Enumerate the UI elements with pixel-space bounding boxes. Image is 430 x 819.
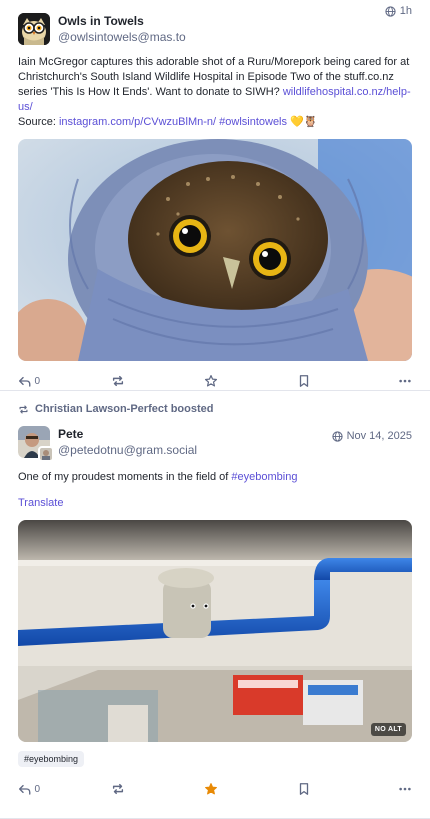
post-pete-boosted[interactable]: Christian Lawson-Perfect boosted Pete @p… (0, 391, 430, 819)
favourite-button[interactable] (204, 374, 226, 388)
boosted-by-text: Christian Lawson-Perfect boosted (35, 403, 214, 415)
reply-button[interactable]: 0 (18, 374, 40, 388)
post-meta: Nov 14, 2025 (331, 430, 412, 442)
author-display-name[interactable]: Pete (58, 426, 197, 442)
no-alt-badge[interactable]: NO ALT (370, 723, 406, 736)
owl-photo (18, 139, 412, 361)
reply-icon (19, 784, 31, 795)
post-media-image[interactable]: NO ALT (18, 520, 412, 742)
source-link[interactable]: instagram.com/p/CVwzuBlMn-n/ (59, 116, 216, 128)
boost-icon (19, 405, 28, 413)
author-display-name[interactable]: Owls in Towels (58, 13, 186, 29)
post-media-image[interactable] (18, 139, 412, 361)
star-icon (204, 374, 218, 387)
boost-icon (112, 375, 124, 387)
reply-count: 0 (34, 783, 40, 795)
author-handle[interactable]: @owlsintowels@mas.to (58, 29, 186, 45)
boost-button[interactable] (111, 782, 133, 796)
author-names: Pete @petedotnu@gram.social (58, 426, 197, 458)
more-icon (399, 787, 411, 791)
more-icon (399, 379, 411, 383)
post-header: Owls in Towels @owlsintowels@mas.to 1h (18, 0, 412, 45)
post-meta: 1h (385, 5, 412, 17)
boost-icon (112, 783, 124, 795)
hashtag-link[interactable]: #owlsintowels (219, 116, 287, 128)
translate-link[interactable]: Translate (18, 497, 412, 509)
source-label: Source: (18, 116, 59, 128)
bookmark-button[interactable] (297, 374, 319, 388)
post-timestamp[interactable]: Nov 14, 2025 (347, 430, 412, 442)
reply-count: 0 (34, 375, 40, 387)
reply-button[interactable]: 0 (18, 782, 40, 796)
post-content: One of my proudest moments in the field … (18, 470, 412, 485)
post-header: Pete @petedotnu@gram.social Nov 14, 2025 (18, 426, 412, 462)
emoji-text: 💛🦉 (290, 116, 318, 128)
bookmark-icon (299, 783, 309, 795)
tag-chip-row: #eyebombing (18, 751, 412, 767)
bookmark-icon (299, 375, 309, 387)
boost-attribution[interactable]: Christian Lawson-Perfect boosted (18, 391, 412, 415)
more-button[interactable] (390, 782, 412, 796)
more-button[interactable] (390, 374, 412, 388)
author-names: Owls in Towels @owlsintowels@mas.to (58, 13, 186, 45)
favourite-button[interactable] (204, 782, 226, 796)
hashtag-link[interactable]: #eyebombing (231, 471, 297, 483)
post-owls-in-towels[interactable]: Owls in Towels @owlsintowels@mas.to 1h I… (0, 0, 430, 391)
boost-button[interactable] (111, 374, 133, 388)
star-icon-filled (205, 783, 217, 795)
globe-icon (385, 5, 396, 17)
bookmark-button[interactable] (297, 782, 319, 796)
booster-avatar (38, 446, 54, 462)
post-actions: 0 (18, 779, 412, 799)
bus-handrail-photo (18, 520, 412, 742)
post-text: One of my proudest moments in the field … (18, 471, 232, 483)
globe-icon (331, 430, 343, 442)
author-handle[interactable]: @petedotnu@gram.social (58, 442, 197, 458)
reply-icon (19, 376, 31, 387)
post-content: Iain McGregor captures this adorable sho… (18, 55, 412, 130)
timeline-feed: Owls in Towels @owlsintowels@mas.to 1h I… (0, 0, 430, 819)
post-actions: 0 (18, 371, 412, 391)
user-avatar[interactable] (18, 426, 54, 462)
tag-chip[interactable]: #eyebombing (18, 751, 85, 767)
owl-avatar[interactable] (18, 13, 50, 45)
post-timestamp[interactable]: 1h (400, 5, 412, 17)
